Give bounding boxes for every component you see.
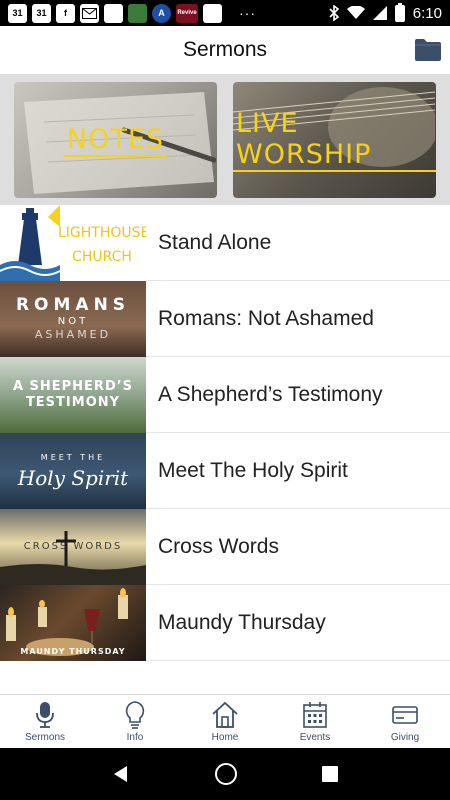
sermon-title: Meet The Holy Spirit (158, 458, 348, 482)
nav-item-giving[interactable]: Giving (360, 695, 450, 748)
nav-label: Giving (390, 732, 420, 743)
calendar-notification-icon: 31 (32, 3, 51, 23)
live-worship-label: Live Worship (233, 108, 436, 172)
feature-banner: Notes Live Worship (0, 74, 450, 205)
bluetooth-icon (329, 5, 339, 21)
sermon-row-cross-words[interactable]: CROSS WORDS Cross Words (0, 508, 450, 585)
app-header: Sermons (0, 26, 450, 74)
thumb-text: CROSS WORDS (23, 540, 123, 552)
folder-icon[interactable] (414, 38, 442, 62)
sermon-thumbnail: MAUNDY THURSDAY (0, 584, 146, 661)
nav-item-sermons[interactable]: Sermons (0, 695, 90, 748)
thumb-text: Holy Spirit (17, 465, 129, 490)
thumb-text: NOT (57, 316, 89, 327)
facebook-icon: f (56, 3, 75, 23)
notification-icon (203, 3, 222, 23)
sermon-list: LIGHTHOUSE CHURCH Stand Alone ROMANS NOT… (0, 204, 450, 661)
calendar-notification-icon: 31 (8, 3, 27, 23)
sermon-title: Cross Words (158, 534, 279, 558)
nav-item-home[interactable]: Home (180, 695, 270, 748)
sermon-thumbnail: LIGHTHOUSE CHURCH (0, 204, 146, 281)
notes-label: Notes (63, 124, 168, 157)
notes-card[interactable]: Notes (14, 82, 217, 198)
home-icon (212, 701, 238, 728)
home-button-icon[interactable] (214, 762, 238, 786)
sermon-row-romans[interactable]: ROMANS NOT ASHAMED Romans: Not Ashamed (0, 280, 450, 357)
nav-item-info[interactable]: Info (90, 695, 180, 748)
sermon-title: Stand Alone (158, 230, 272, 254)
sermon-row-holy-spirit[interactable]: MEET THE Holy Spirit Meet The Holy Spiri… (0, 432, 450, 509)
thumb-text: MEET THE (40, 452, 106, 462)
notification-icon (104, 3, 123, 23)
live-worship-card[interactable]: Live Worship (233, 82, 436, 198)
app-notification-icon (128, 3, 147, 23)
thumb-text: LIGHTHOUSE (58, 224, 146, 241)
mail-icon (80, 3, 99, 23)
nav-label: Info (126, 732, 144, 743)
credit-card-icon (392, 706, 418, 724)
thumb-text: A SHEPHERD’S (12, 379, 134, 394)
wifi-icon (346, 6, 365, 19)
sermon-title: Romans: Not Ashamed (158, 306, 374, 330)
nav-item-events[interactable]: Events (270, 695, 360, 748)
signal-icon (372, 6, 387, 20)
status-bar: 31 31 f A Revive ··· 6:10 (0, 0, 450, 26)
bottom-navigation: Sermons Info Home Events Giving (0, 694, 450, 748)
thumb-text: CHURCH (72, 248, 132, 265)
recents-icon[interactable] (321, 765, 339, 783)
sermon-row-shepherd[interactable]: A SHEPHERD’S TESTIMONY A Shepherd’s Test… (0, 356, 450, 433)
sermon-row-stand-alone[interactable]: LIGHTHOUSE CHURCH Stand Alone (0, 204, 450, 281)
revive-notification-icon: Revive (176, 3, 198, 23)
thumb-text: MAUNDY THURSDAY (20, 646, 126, 656)
thumb-text: ROMANS (15, 295, 131, 315)
thumb-text: TESTIMONY (25, 395, 121, 410)
lightbulb-icon (125, 701, 145, 729)
thumb-text: ASHAMED (34, 328, 112, 341)
back-icon[interactable] (111, 764, 131, 784)
clock: 6:10 (412, 4, 442, 22)
sermon-title: A Shepherd’s Testimony (158, 382, 383, 406)
page-title: Sermons (182, 38, 268, 61)
sermon-thumbnail: MEET THE Holy Spirit (0, 432, 146, 509)
nav-label: Events (299, 732, 331, 743)
system-navigation-bar (0, 748, 450, 800)
sermon-title: Maundy Thursday (158, 610, 326, 634)
more-notifications-icon: ··· (239, 5, 256, 21)
battery-icon (394, 2, 405, 22)
calendar-icon (303, 702, 327, 728)
sermon-thumbnail: CROSS WORDS (0, 508, 146, 585)
nav-label: Home (211, 732, 239, 743)
sermon-row-maundy-thursday[interactable]: MAUNDY THURSDAY Maundy Thursday (0, 584, 450, 661)
sermon-thumbnail: A SHEPHERD’S TESTIMONY (0, 356, 146, 433)
app-notification-icon: A (152, 3, 171, 23)
sermon-thumbnail: ROMANS NOT ASHAMED (0, 280, 146, 357)
microphone-icon (36, 702, 54, 728)
nav-label: Sermons (24, 732, 65, 743)
